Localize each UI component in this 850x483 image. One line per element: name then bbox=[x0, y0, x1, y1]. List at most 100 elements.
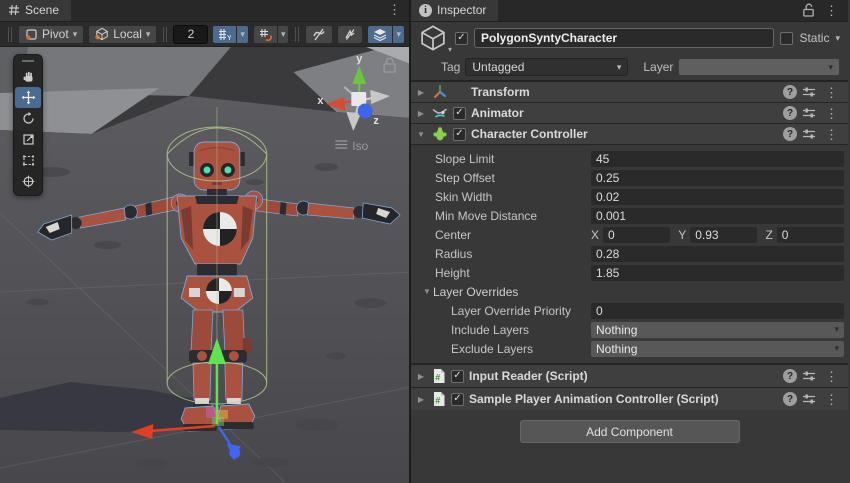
help-icon[interactable]: ? bbox=[783, 369, 797, 383]
component-header-animator[interactable]: ▶ ✓ Animator ? ⋮ bbox=[411, 102, 848, 123]
component-header-sample-player-animation-controller[interactable]: ▶ # ✓ Sample Player Animation Controller… bbox=[411, 387, 848, 410]
component-header-transform[interactable]: ▶ Transform ? ⋮ bbox=[411, 81, 848, 102]
component-menu-icon[interactable]: ⋮ bbox=[821, 370, 842, 383]
center-y-field[interactable]: 0.93 bbox=[690, 227, 757, 243]
foldout-icon[interactable]: ▶ bbox=[415, 372, 427, 381]
tool-rotate[interactable] bbox=[15, 108, 41, 129]
tag-dropdown[interactable]: Untagged ▾ bbox=[465, 58, 628, 76]
property-row: Exclude Layers Nothing ▾ bbox=[411, 339, 848, 358]
help-icon[interactable]: ? bbox=[783, 106, 797, 120]
foldout-icon[interactable]: ▼ bbox=[415, 130, 427, 139]
foldout-icon[interactable]: ▶ bbox=[415, 395, 427, 404]
gameobject-header: ▾ ✓ PolygonSyntyCharacter Static ▾ bbox=[411, 22, 848, 54]
presets-icon[interactable] bbox=[802, 392, 816, 406]
inspector-menu-icon[interactable]: ⋮ bbox=[821, 4, 842, 17]
help-icon[interactable]: ? bbox=[783, 392, 797, 406]
grid-visibility-dropdown[interactable]: ▾ bbox=[236, 25, 249, 44]
palette-drag-handle[interactable] bbox=[22, 60, 34, 62]
grid-size-field[interactable]: 2 bbox=[173, 25, 208, 44]
rect-tool-icon bbox=[21, 153, 36, 168]
component-header-character-controller[interactable]: ▼ ✓ Character Controller ? ⋮ bbox=[411, 123, 848, 144]
effects-group: ▾ bbox=[367, 25, 405, 44]
min-move-distance-field[interactable]: 0.001 bbox=[591, 208, 844, 224]
animator-icon bbox=[432, 105, 448, 121]
scene-audio-toggle[interactable] bbox=[305, 25, 333, 44]
tool-rect[interactable] bbox=[15, 150, 41, 171]
radius-field[interactable]: 0.28 bbox=[591, 246, 844, 262]
component-menu-icon[interactable]: ⋮ bbox=[821, 393, 842, 406]
height-field[interactable]: 1.85 bbox=[591, 265, 844, 281]
scene-fx-toggle[interactable] bbox=[337, 25, 363, 44]
foldout-icon[interactable]: ▶ bbox=[415, 88, 427, 97]
add-component-button[interactable]: Add Component bbox=[520, 420, 740, 443]
help-icon[interactable]: ? bbox=[783, 85, 797, 99]
component-menu-icon[interactable]: ⋮ bbox=[821, 86, 842, 99]
cube-icon bbox=[419, 24, 447, 52]
component-enabled-checkbox[interactable]: ✓ bbox=[451, 370, 464, 383]
inspector-tab-label: Inspector bbox=[437, 3, 486, 17]
component-enabled-checkbox[interactable]: ✓ bbox=[451, 393, 464, 406]
script-icon: # bbox=[432, 391, 446, 407]
layer-dropdown[interactable]: ▾ bbox=[678, 58, 840, 76]
active-checkbox[interactable]: ✓ bbox=[455, 32, 468, 45]
scene-effects-dropdown[interactable]: ▾ bbox=[392, 25, 405, 44]
svg-text:Y: Y bbox=[227, 35, 231, 41]
static-flags-dropdown[interactable]: ▾ bbox=[835, 34, 840, 43]
grid-visibility-toggle[interactable]: Y bbox=[212, 25, 236, 44]
gameobject-cube-icon[interactable]: ▾ bbox=[419, 24, 449, 52]
center-x-field[interactable]: 0 bbox=[603, 227, 670, 243]
foldout-icon[interactable]: ▶ bbox=[415, 109, 427, 118]
include-layers-dropdown[interactable]: Nothing ▾ bbox=[591, 322, 844, 338]
scene-3d-view[interactable]: y x z Iso bbox=[0, 47, 409, 483]
component-enabled-checkbox[interactable]: ✓ bbox=[453, 107, 466, 120]
slope-limit-field[interactable]: 45 bbox=[591, 151, 844, 167]
component-enabled-checkbox[interactable]: ✓ bbox=[453, 128, 466, 141]
tool-move[interactable] bbox=[15, 87, 41, 108]
step-offset-field[interactable]: 0.25 bbox=[591, 170, 844, 186]
skin-width-field[interactable]: 0.02 bbox=[591, 189, 844, 205]
snap-increment-dropdown[interactable]: ▾ bbox=[277, 25, 290, 44]
info-icon: i bbox=[419, 4, 432, 17]
pivot-icon bbox=[25, 28, 38, 41]
unlock-icon[interactable] bbox=[802, 3, 815, 17]
presets-icon[interactable] bbox=[802, 369, 816, 383]
svg-text:#: # bbox=[435, 373, 440, 383]
hand-icon bbox=[21, 69, 36, 84]
gizmo-z-sphere[interactable] bbox=[358, 104, 373, 119]
tab-inspector[interactable]: i Inspector bbox=[411, 0, 498, 21]
gizmo-y-label: y bbox=[356, 53, 363, 65]
property-row: Slope Limit 45 bbox=[411, 149, 848, 168]
presets-icon[interactable] bbox=[802, 85, 816, 99]
layer-override-priority-field[interactable]: 0 bbox=[591, 303, 844, 319]
tool-view-hand[interactable] bbox=[15, 66, 41, 87]
scale-icon bbox=[21, 132, 36, 147]
static-checkbox[interactable] bbox=[780, 32, 793, 45]
exclude-layers-dropdown[interactable]: Nothing ▾ bbox=[591, 341, 844, 357]
tab-scene[interactable]: Scene bbox=[0, 0, 71, 21]
snap-increment-toggle[interactable] bbox=[253, 25, 277, 44]
component-menu-icon[interactable]: ⋮ bbox=[821, 128, 842, 141]
rotation-dropdown-icon: ▾ bbox=[146, 30, 151, 39]
scene-viewport[interactable]: y x z Iso bbox=[0, 47, 409, 483]
layer-overrides-foldout[interactable]: ▼ Layer Overrides bbox=[411, 282, 848, 301]
move-icon bbox=[21, 90, 36, 105]
gameobject-icon-dropdown[interactable]: ▾ bbox=[448, 45, 452, 54]
tool-scale[interactable] bbox=[15, 129, 41, 150]
tool-transform[interactable] bbox=[15, 171, 41, 192]
component-header-input-reader[interactable]: ▶ # ✓ Input Reader (Script) ? ⋮ bbox=[411, 364, 848, 387]
presets-icon[interactable] bbox=[802, 106, 816, 120]
pivot-toggle-button[interactable]: Pivot ▾ bbox=[18, 25, 84, 44]
fx-muted-icon bbox=[343, 28, 357, 41]
center-z-field[interactable]: 0 bbox=[777, 227, 844, 243]
scene-effects-toggle[interactable] bbox=[367, 25, 392, 44]
transform-icon bbox=[432, 84, 448, 100]
help-icon[interactable]: ? bbox=[783, 127, 797, 141]
component-menu-icon[interactable]: ⋮ bbox=[821, 107, 842, 120]
inspector-panel: i Inspector ⋮ ▾ ✓ PolygonS bbox=[411, 0, 848, 483]
handle-rotation-button[interactable]: Local ▾ bbox=[88, 25, 157, 44]
tag-label: Tag bbox=[441, 60, 460, 74]
gameobject-name-field[interactable]: PolygonSyntyCharacter bbox=[474, 28, 774, 48]
presets-icon[interactable] bbox=[802, 127, 816, 141]
move-gizmo-plane-handle[interactable] bbox=[218, 410, 228, 419]
scene-panel-menu-icon[interactable]: ⋮ bbox=[384, 3, 405, 16]
